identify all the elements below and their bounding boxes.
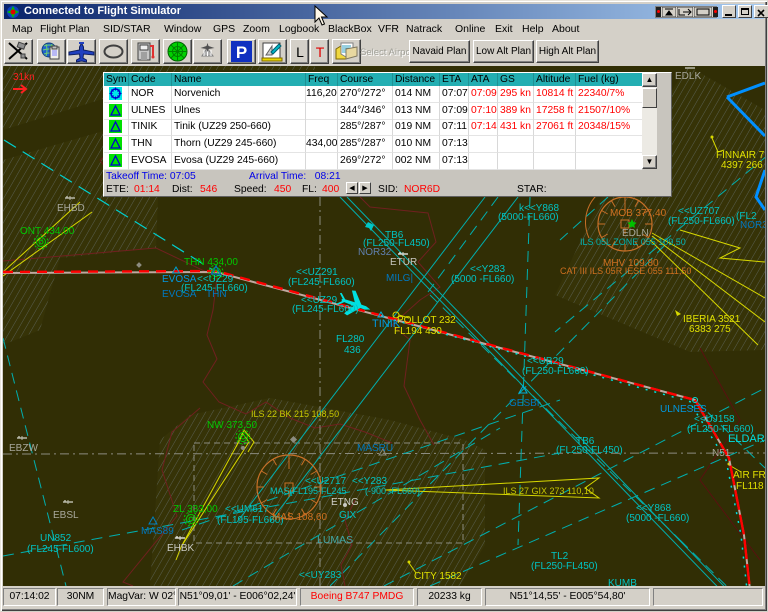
svg-text:(FL245-FL600): (FL245-FL600) [27,544,94,555]
svg-text:<<UM617: <<UM617 [225,504,269,515]
svg-text:(FL250-FL660): (FL250-FL660) [522,366,589,377]
svg-text:ILS 22 BK 215 108,50: ILS 22 BK 215 108,50 [251,409,339,419]
svg-text:ETUR: ETUR [390,257,417,268]
svg-text:6383 275: 6383 275 [689,324,731,335]
svg-text:L: L [296,44,304,60]
svg-text:(5000 -FL660): (5000 -FL660) [626,513,689,524]
svg-text:MAS89: MAS89 [141,526,174,537]
svg-text:(FL250-FL450): (FL250-FL450) [363,238,430,249]
svg-text:EVOSA: EVOSA [162,289,197,300]
svg-text:FL280: FL280 [336,334,365,345]
svg-text:(FL250-FL660): (FL250-FL660) [668,216,735,227]
svg-text:EHBD: EHBD [57,203,85,214]
svg-text:THN 434,00: THN 434,00 [184,257,238,268]
svg-text:EHBK: EHBK [167,543,195,554]
svg-text:(FL245-FL660): (FL245-FL660) [292,304,359,315]
svg-text:MILG|: MILG| [386,273,413,284]
svg-text:FL194 430: FL194 430 [394,326,442,337]
svg-text:EDLN: EDLN [622,228,649,239]
svg-text:(FL250-FL450): (FL250-FL450) [556,445,623,456]
svg-text:(5000-FL660): (5000-FL660) [498,212,559,223]
svg-text:MAS(FL195-FL245: MAS(FL195-FL245 [270,486,347,496]
svg-text:436: 436 [344,345,361,356]
svg-text:ELDAR: ELDAR [728,433,765,445]
svg-text:(FL250-FL450): (FL250-FL450) [531,561,598,572]
svg-text:GESBI: GESBI [509,398,540,409]
svg-text:(FL245-FL660): (FL245-FL660) [288,277,355,288]
svg-text:T: T [316,44,325,60]
svg-text:LUMAS: LUMAS [317,534,353,546]
svg-text:MOB 377,40: MOB 377,40 [610,208,667,219]
svg-text:GIX: GIX [339,510,357,521]
svg-text:EDLK: EDLK [675,71,701,82]
svg-text:CITY 1582: CITY 1582 [414,571,462,582]
svg-text:ZL 333,00: ZL 333,00 [173,504,218,515]
svg-text:P: P [236,43,247,62]
svg-text:UN852: UN852 [40,533,72,544]
svg-text:POLLOT 232: POLLOT 232 [397,315,456,326]
svg-text:AIR FR: AIR FR [733,470,765,481]
svg-text:FL118 3: FL118 3 [736,481,765,492]
svg-text:MAS 108,60: MAS 108,60 [272,512,327,523]
svg-text:EBSL: EBSL [53,510,79,521]
svg-text:(5000 -FL660): (5000 -FL660) [451,274,514,285]
svg-text:NOR32: NOR32 [740,220,765,231]
svg-text:KUMB: KUMB [608,578,637,586]
svg-text:ILS 27 GIX 273 110,10: ILS 27 GIX 273 110,10 [503,486,594,496]
svg-text:4397 266: 4397 266 [721,160,763,171]
svg-text:31kn: 31kn [13,72,35,83]
svg-text:<<UY283: <<UY283 [299,570,342,581]
svg-text:NW 373,50: NW 373,50 [207,420,257,431]
svg-text:EBZW: EBZW [9,443,38,454]
svg-text:ETNG: ETNG [331,497,359,508]
svg-text:CAT III ILS 05R IESE 055 111,: CAT III ILS 05R IESE 055 111,50 [560,266,691,276]
svg-text:ONT 434,00: ONT 434,00 [20,226,75,237]
svg-text:(-900 -FL660): (-900 -FL660) [365,486,420,496]
svg-text:MASRU: MASRU [357,443,393,454]
svg-text:THN: THN [206,289,227,300]
svg-text:N51: N51 [712,448,731,459]
